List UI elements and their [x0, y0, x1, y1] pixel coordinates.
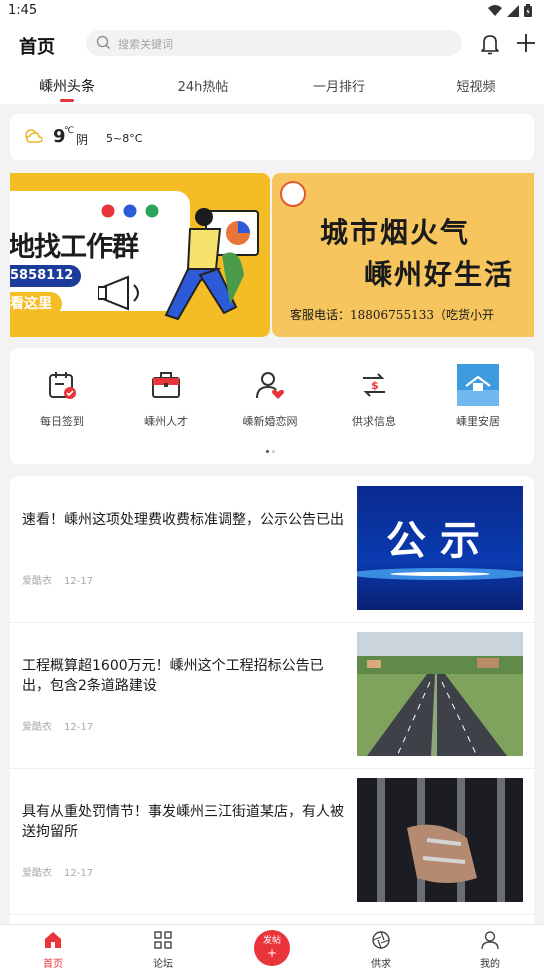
quick-link-supply[interactable]: $ 供求信息 — [329, 364, 419, 429]
weather-card[interactable]: 9 ℃ 阴 5~8°C — [10, 114, 534, 160]
quick-links: 每日签到 嵊州人才 嵊新婚恋网 $ 供求信息 嵊里安居 — [10, 348, 534, 464]
category-tabs: 嵊州头条 24h热帖 一月排行 短视频 — [0, 68, 544, 104]
banner-headline-2: 嵊州好生活 — [364, 258, 515, 291]
nav-label: 首页 — [43, 959, 63, 970]
article-thumbnail — [357, 778, 523, 902]
article-author: 爱酷衣 — [22, 868, 52, 879]
exchange-money-icon: $ — [363, 373, 385, 397]
page-title: 首页 — [19, 37, 55, 58]
briefcase-icon — [152, 372, 180, 398]
article-author: 爱酷衣 — [22, 576, 52, 587]
battery-icon — [524, 4, 532, 17]
article-thumbnail: 公示 — [357, 486, 523, 610]
page-dot-active — [266, 450, 269, 453]
temperature-unit: ℃ — [64, 126, 75, 136]
post-plus-icon: + — [266, 946, 278, 960]
status-icons — [488, 4, 532, 17]
page-indicator — [266, 450, 275, 453]
article-date: 12-17 — [64, 576, 94, 587]
banner-title: 地找工作群 — [10, 232, 139, 263]
nav-home[interactable]: 首页 — [18, 930, 88, 970]
article-title: 速看！嵊州这项处理费收费标准调整，公示公告已出 — [22, 512, 344, 528]
home-icon — [45, 932, 61, 948]
wifi-icon — [488, 4, 502, 16]
page-dot — [272, 450, 275, 453]
quick-link-label: 嵊新婚恋网 — [242, 415, 298, 428]
article-thumbnail — [357, 632, 523, 756]
nav-supply[interactable]: 供求 — [346, 930, 416, 970]
search-bar[interactable] — [86, 30, 462, 58]
article-date: 12-17 — [64, 722, 94, 733]
search-input[interactable] — [116, 30, 450, 58]
plus-icon[interactable] — [516, 33, 536, 53]
svg-text:$: $ — [371, 379, 379, 392]
grid-icon — [154, 931, 172, 949]
status-bar: 1:45 — [0, 0, 544, 24]
article-title: 具有从重处罚情节！事发嵊州三江街道某店，有人被送拘留所 — [22, 804, 344, 840]
tab-hot-24h[interactable]: 24h热帖 — [178, 76, 229, 95]
tab-headlines[interactable]: 嵊州头条 — [39, 76, 95, 96]
article-title: 工程概算超1600万元！嵊州这个工程招标公告已出，包含2条道路建设 — [22, 658, 324, 694]
tab-monthly-rank[interactable]: 一月排行 — [313, 76, 365, 95]
nav-label: 论坛 — [153, 959, 173, 970]
person-heart-icon — [256, 372, 285, 399]
quick-link-label: 供求信息 — [352, 415, 396, 428]
quick-link-label: 嵊州人才 — [144, 415, 188, 428]
temperature-range: 5~8°C — [106, 132, 143, 145]
nav-profile[interactable]: 我的 — [455, 930, 525, 970]
nav-label: 我的 — [480, 959, 500, 970]
search-icon — [96, 35, 110, 49]
article-meta: 爱酷衣 12-17 — [22, 718, 105, 733]
brand-logo — [280, 181, 306, 207]
cloudy-sun-icon — [25, 129, 43, 143]
list-item[interactable]: 速看！嵊州这项处理费收费标准调整，公示公告已出 爱酷衣 12-17 公示 — [10, 476, 534, 623]
signal-icon — [507, 4, 519, 17]
banner-job-group[interactable]: 地找工作群 5858112 看这里 — [10, 173, 270, 337]
list-item[interactable]: 工程概算超1600万元！嵊州这个工程招标公告已出，包含2条道路建设 爱酷衣 12-… — [10, 622, 534, 769]
tab-active-indicator — [60, 99, 74, 102]
quick-link-dating[interactable]: 嵊新婚恋网 — [225, 364, 315, 429]
quick-link-label: 嵊里安居 — [456, 415, 500, 428]
tab-short-video[interactable]: 短视频 — [456, 76, 495, 95]
article-meta: 爱酷衣 12-17 — [22, 864, 105, 879]
weather-condition: 阴 — [76, 133, 89, 147]
top-bar: 首页 — [0, 24, 544, 68]
thumbnail-text: 公示 — [386, 518, 494, 564]
quick-link-checkin[interactable]: 每日签到 — [17, 364, 107, 429]
banner-headline-1: 城市烟火气 — [320, 216, 471, 249]
status-time: 1:45 — [8, 3, 38, 18]
banner-contact: 客服电话：18806755133（吃货小开 — [290, 308, 494, 322]
banner-button: 看这里 — [10, 292, 62, 316]
banner-phone: 5858112 — [10, 265, 82, 287]
quick-link-housing[interactable]: 嵊里安居 — [433, 364, 523, 429]
worker-illustration — [164, 208, 259, 321]
article-date: 12-17 — [64, 868, 94, 879]
article-meta: 爱酷衣 12-17 — [22, 572, 105, 587]
bottom-nav: 首页 论坛 发帖 + 供求 我的 — [0, 924, 544, 971]
megaphone-icon — [98, 275, 139, 311]
house-icon — [457, 364, 499, 406]
nav-forum[interactable]: 论坛 — [128, 930, 198, 970]
calendar-check-icon — [49, 372, 76, 399]
user-icon — [481, 931, 499, 950]
bell-icon[interactable] — [480, 33, 500, 55]
quick-link-label: 每日签到 — [40, 415, 84, 428]
banner-city-life[interactable]: 城市烟火气 嵊州好生活 客服电话：18806755133（吃货小开 — [272, 173, 534, 337]
quick-link-talent[interactable]: 嵊州人才 — [121, 364, 211, 429]
article-author: 爱酷衣 — [22, 722, 52, 733]
aperture-icon — [372, 931, 390, 949]
nav-label: 供求 — [371, 959, 391, 970]
list-item[interactable]: 具有从重处罚情节！事发嵊州三江街道某店，有人被送拘留所 爱酷衣 12-17 — [10, 768, 534, 915]
news-list: 速看！嵊州这项处理费收费标准调整，公示公告已出 爱酷衣 12-17 公示 工程概算… — [10, 476, 534, 924]
post-button[interactable]: 发帖 + — [254, 930, 290, 966]
